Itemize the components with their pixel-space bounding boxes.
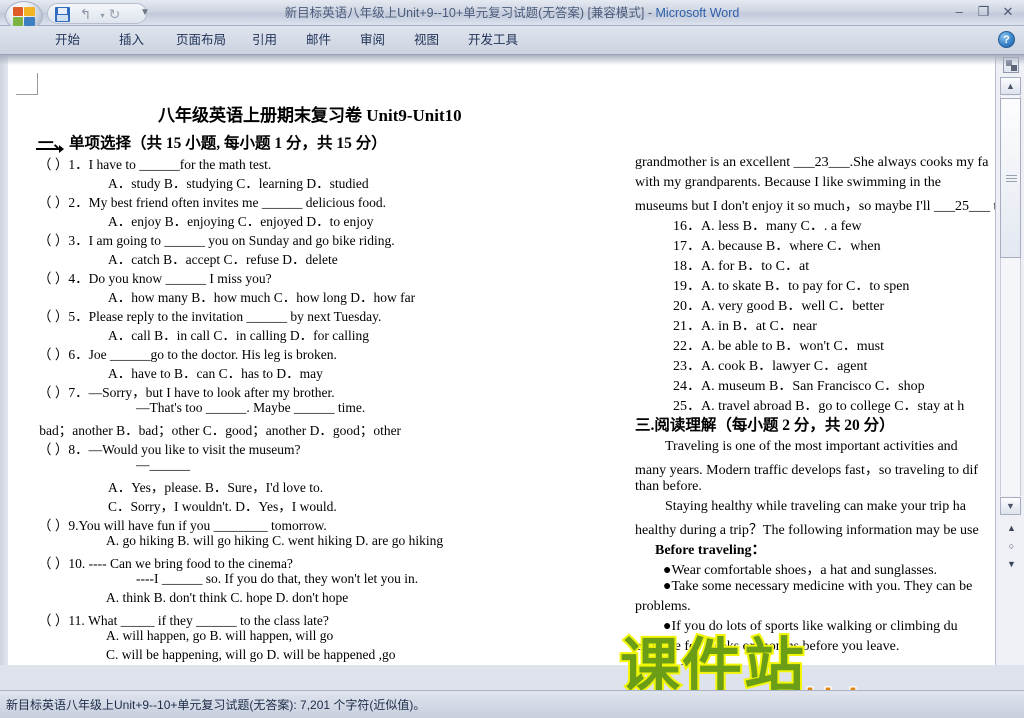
reading-line-6: ●Wear comfortable shoes，a hat and sungla… <box>663 563 938 578</box>
redo-icon[interactable]: ↻ <box>106 6 123 23</box>
document-line-18: C．Sorry，I wouldn't. D．Yes，I would. <box>108 499 337 514</box>
vertical-scrollbar[interactable]: ▲ ▼ ▲ ○ ▼ <box>995 55 1024 665</box>
document-workspace: 八年级英语上册期末复习卷 Unit9-Unit10 一、单项选择（共 15 小题… <box>0 55 1024 665</box>
document-line-15: （ ）8．—Would you like to visit the museum… <box>38 442 301 457</box>
cloze-line-9: 22．A. be able to B．won't C．must <box>673 339 884 354</box>
reading-line-8: problems. <box>635 599 691 614</box>
document-line-21: （ ）10. ---- Can we bring food to the cin… <box>38 556 293 571</box>
document-line-22: ----I ______ so. If you do that, they wo… <box>136 571 419 586</box>
split-window-icon[interactable] <box>1003 57 1019 73</box>
previous-page-icon[interactable]: ▲ <box>1004 521 1019 536</box>
reading-line-1: many years. Modern traffic develops fast… <box>635 463 979 478</box>
close-button[interactable]: ✕ <box>998 3 1018 21</box>
document-right-column: grandmother is an excellent ___23___.She… <box>635 55 995 665</box>
title-bar: 新目标英语八年级上Unit+9--10+单元复习试题(无答案) [兼容模式] -… <box>0 0 1024 31</box>
title-separator: - <box>644 6 656 20</box>
ribbon-tab-strip: 开始 插入 页面布局 引用 邮件 审阅 视图 开发工具 ? <box>0 26 1024 55</box>
reading-line-5: Before traveling： <box>655 543 766 558</box>
customize-quick-access-icon[interactable]: ▼ <box>138 5 152 21</box>
office-logo-icon <box>13 7 36 27</box>
document-line-14: A．bad；another B．bad；other C．good；another… <box>38 423 402 438</box>
tab-review[interactable]: 审阅 <box>353 30 392 51</box>
margin-corner-mark <box>16 73 38 95</box>
scroll-up-icon[interactable]: ▲ <box>1000 77 1021 95</box>
cloze-line-1: with my grandparents. Because I like swi… <box>635 175 941 190</box>
document-title: 新目标英语八年级上Unit+9--10+单元复习试题(无答案) [兼容模式] <box>284 6 645 20</box>
reading-line-0: Traveling is one of the most important a… <box>665 439 958 454</box>
restore-button[interactable]: ❐ <box>974 3 994 21</box>
minimize-button[interactable]: – <box>949 3 969 21</box>
cloze-line-4: 17．A. because B．where C．when <box>673 239 881 254</box>
document-line-17: A．Yes，please. B．Sure，I'd love to. <box>108 480 324 495</box>
document-left-column: 八年级英语上册期末复习卷 Unit9-Unit10 一、单项选择（共 15 小题… <box>38 55 618 665</box>
window-title: 新目标英语八年级上Unit+9--10+单元复习试题(无答案) [兼容模式] -… <box>0 0 1024 26</box>
cloze-line-5: 18．A. for B．to C．at <box>673 259 810 274</box>
document-line-16: —______ <box>136 457 190 472</box>
reading-line-3: Staying healthy while traveling can make… <box>665 499 966 514</box>
document-line-9: A．call B．in call C．in calling D．for call… <box>108 328 369 343</box>
reading-line-2: than before. <box>635 479 702 494</box>
tab-home[interactable]: 开始 <box>48 30 87 51</box>
scroll-down-icon[interactable]: ▼ <box>1000 497 1021 515</box>
document-line-7: A．how many B．how much C．how long D．how f… <box>108 290 416 305</box>
document-line-3: A．enjoy B．enjoying C．enjoyed D．to enjoy <box>108 214 374 229</box>
document-line-25: A. will happen, go B. will happen, will … <box>106 628 334 643</box>
undo-icon[interactable]: ↰ <box>77 6 94 23</box>
document-line-2: （ ）2．My best friend often invites me ___… <box>38 195 386 210</box>
tab-developer[interactable]: 开发工具 <box>461 30 525 51</box>
word-window: 新目标英语八年级上Unit+9--10+单元复习试题(无答案) [兼容模式] -… <box>0 0 1024 718</box>
tab-page-layout[interactable]: 页面布局 <box>169 30 233 51</box>
cloze-line-7: 20．A. very good B．well C．better <box>673 299 885 314</box>
cloze-line-12: 25．A. travel abroad B．go to college C．st… <box>673 399 965 414</box>
document-line-12: （ ）7．—Sorry，but I have to look after my … <box>38 385 335 400</box>
reading-line-4: healthy during a trip？The following info… <box>635 523 979 538</box>
document-line-11: A．have to B．can C．has to D．may <box>108 366 323 381</box>
document-line-26: C. will be happening, will go D. will be… <box>106 647 396 662</box>
window-controls: – ❐ ✕ <box>949 3 1018 21</box>
document-line-5: A．catch B．accept C．refuse D．delete <box>108 252 338 267</box>
document-line-24: （ ）11. What _____ if they ______ to the … <box>38 613 329 628</box>
cloze-line-11: 24．A. museum B．San Francisco C．shop <box>673 379 925 394</box>
document-line-19: （ ）9.You will have fun if you ________ t… <box>38 518 327 533</box>
status-bar: 新目标英语八年级上Unit+9--10+单元复习试题(无答案): 7,201 个… <box>0 690 1024 718</box>
document-line-6: （ ）4．Do you know ______ I miss you? <box>38 271 272 286</box>
next-page-icon[interactable]: ▼ <box>1004 557 1019 572</box>
quick-access-toolbar: ↰ ▾ ↻ <box>47 3 147 24</box>
tab-view[interactable]: 视图 <box>407 30 446 51</box>
cloze-line-0: grandmother is an excellent ___23___.She… <box>635 155 989 170</box>
help-icon[interactable]: ? <box>998 31 1015 48</box>
reading-line-7: ●Take some necessary medicine with you. … <box>663 579 973 594</box>
section-three-heading: 三.阅读理解（每小题 2 分，共 20 分） <box>635 417 895 434</box>
section-one-heading: 一、单项选择（共 15 小题, 每小题 1 分，共 15 分） <box>38 135 387 152</box>
document-heading: 八年级英语上册期末复习卷 Unit9-Unit10 <box>158 106 462 125</box>
document-line-0: （ ）1．I have to ______for the math test. <box>38 157 272 172</box>
document-line-23: A. think B. don't think C. hope D. don't… <box>106 590 349 605</box>
tab-references[interactable]: 引用 <box>245 30 284 51</box>
document-line-8: （ ）5．Please reply to the invitation ____… <box>38 309 382 324</box>
select-browse-object-icon[interactable]: ○ <box>1004 539 1019 554</box>
save-icon[interactable] <box>54 6 71 23</box>
cloze-line-6: 19．A. to skate B．to pay for C．to spen <box>673 279 910 294</box>
document-line-4: （ ）3．I am going to ______ you on Sunday … <box>38 233 395 248</box>
document-line-13: —That's too ______. Maybe ______ time. <box>136 400 366 415</box>
document-page[interactable]: 八年级英语上册期末复习卷 Unit9-Unit10 一、单项选择（共 15 小题… <box>8 55 995 665</box>
cloze-line-10: 23．A. cook B．lawyer C．agent <box>673 359 868 374</box>
document-line-20: A. go hiking B. will go hiking C. went h… <box>106 533 444 548</box>
application-name: Microsoft Word <box>655 6 740 20</box>
tab-mailings[interactable]: 邮件 <box>299 30 338 51</box>
document-line-10: （ ）6．Joe ______go to the doctor. His leg… <box>38 347 337 362</box>
cloze-line-3: 16．A. less B．many C．. a few <box>673 219 862 234</box>
status-text: 新目标英语八年级上Unit+9--10+单元复习试题(无答案): 7,201 个… <box>6 698 426 712</box>
document-line-1: A．study B．studying C．learning D．studied <box>108 176 369 191</box>
tab-insert[interactable]: 插入 <box>112 30 151 51</box>
left-margin-strip <box>0 55 8 665</box>
cloze-line-2: museums but I don't enjoy it so much，so … <box>635 199 995 214</box>
vertical-scroll-thumb[interactable] <box>1000 98 1021 258</box>
cloze-line-8: 21．A. in B．at C．near <box>673 319 817 334</box>
